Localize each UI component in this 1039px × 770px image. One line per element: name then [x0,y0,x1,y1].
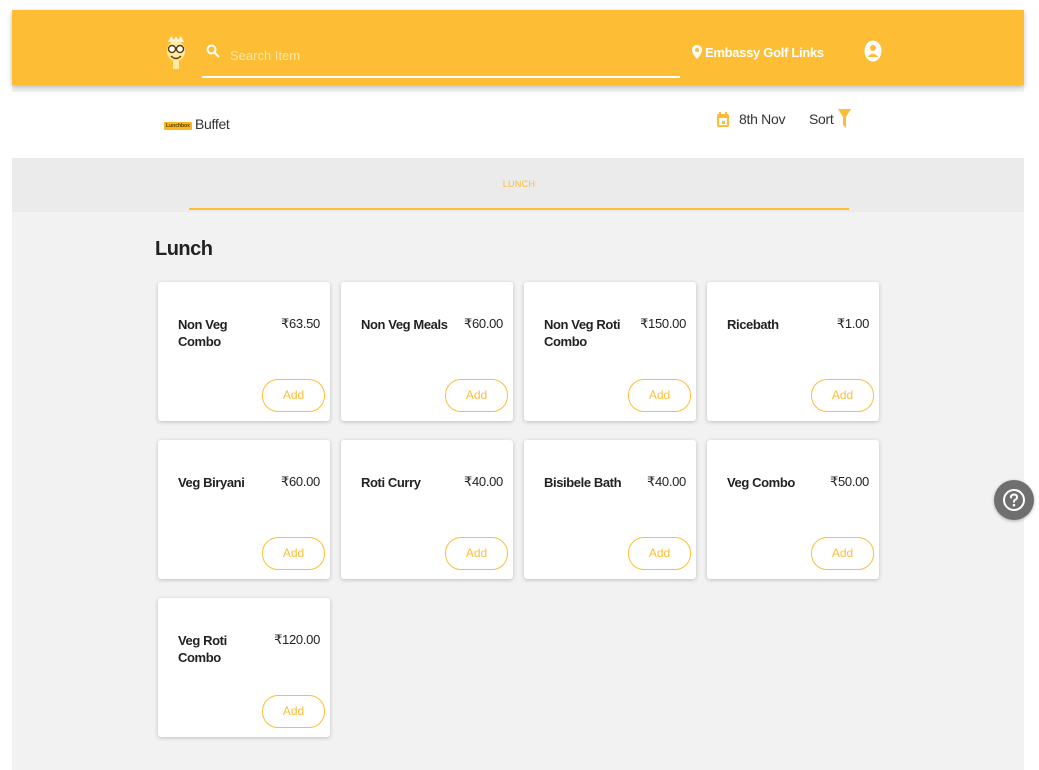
add-button[interactable]: Add [445,379,508,412]
menu-item-card: Non Veg Combo ₹63.50 Add [158,282,330,421]
add-button[interactable]: Add [811,537,874,570]
item-price: ₹150.00 [640,316,686,331]
add-button[interactable]: Add [628,379,691,412]
location-pin-icon [692,45,702,59]
menu-item-card: Ricebath ₹1.00 Add [707,282,879,421]
item-price: ₹60.00 [280,474,320,489]
add-button[interactable]: Add [628,537,691,570]
section-title: Lunch [155,238,213,260]
help-button[interactable] [994,480,1034,520]
calendar-icon [717,111,729,127]
item-name: Veg Roti Combo [178,633,227,665]
search-icon[interactable] [206,44,220,58]
item-name: Veg Combo [727,475,795,490]
item-price: ₹50.00 [829,474,869,489]
user-icon[interactable] [864,40,882,62]
app-frame: Embassy Golf Links Lunchbox Buffet 8th N… [12,10,1024,770]
add-button[interactable]: Add [445,537,508,570]
date-selector[interactable]: 8th Nov [717,111,785,127]
item-price: ₹60.00 [463,316,503,331]
tab-lunch[interactable]: LUNCH [189,158,849,210]
location-selector[interactable]: Embassy Golf Links [692,42,824,62]
item-name: Non Veg Combo [178,317,228,349]
add-button[interactable]: Add [811,379,874,412]
menu-item-card: Roti Curry ₹40.00 Add [341,440,513,579]
search-bar [202,40,680,78]
mascot-logo-icon[interactable] [165,36,187,70]
menu-item-card: Bisibele Bath ₹40.00 Add [524,440,696,579]
item-name: Non Veg Roti Combo [544,317,621,349]
menu-item-card: Veg Combo ₹50.00 Add [707,440,879,579]
location-label: Embassy Golf Links [705,44,824,60]
brand-logo: Lunchbox [164,122,192,130]
item-name: Ricebath [727,317,779,332]
menu-item-card: Non Veg Meals ₹60.00 Add [341,282,513,421]
service-name: Buffet [195,116,230,132]
item-price: ₹1.00 [836,316,869,331]
help-icon [1003,489,1025,511]
item-price: ₹40.00 [463,474,503,489]
item-name: Veg Biryani [178,475,245,490]
menu-item-card: Veg Biryani ₹60.00 Add [158,440,330,579]
item-name: Roti Curry [361,475,421,490]
filter-icon [838,109,852,128]
item-price: ₹120.00 [274,632,320,647]
sub-header: Lunchbox Buffet 8th Nov Sort [12,92,1024,158]
sort-button[interactable]: Sort [809,109,852,129]
add-button[interactable]: Add [262,695,325,728]
top-bar: Embassy Golf Links [12,10,1024,85]
menu-item-card: Non Veg Roti Combo ₹150.00 Add [524,282,696,421]
sort-label: Sort [809,111,834,127]
search-input[interactable] [230,40,670,70]
add-button[interactable]: Add [262,537,325,570]
item-name: Bisibele Bath [544,475,622,490]
add-button[interactable]: Add [262,379,325,412]
date-label: 8th Nov [739,111,786,127]
menu-item-card: Veg Roti Combo ₹120.00 Add [158,598,330,737]
item-name: Non Veg Meals [361,317,448,332]
item-price: ₹40.00 [646,474,686,489]
item-price: ₹63.50 [280,316,320,331]
meal-tabs: LUNCH [12,158,1024,212]
